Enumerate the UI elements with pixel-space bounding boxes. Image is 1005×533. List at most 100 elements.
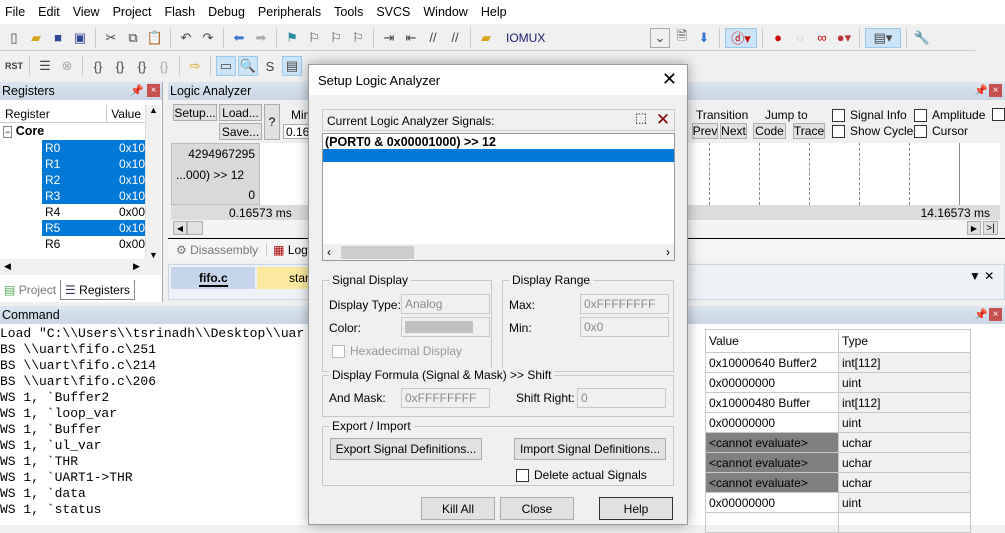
back-icon[interactable]: ⬅	[229, 28, 249, 48]
register-row[interactable]: R1 0x10	[42, 156, 145, 172]
tab-list-icon[interactable]: ▼ ✕	[969, 269, 994, 283]
cursor-checkbox[interactable]: Cursor	[914, 124, 968, 139]
save-all-icon[interactable]: ▣	[70, 28, 90, 48]
horizontal-scrollbar[interactable]: ◀ ▶	[0, 259, 161, 275]
close-icon[interactable]: ×	[989, 308, 1002, 321]
delete-signals-checkbox[interactable]: Delete actual Signals	[516, 468, 647, 483]
new-signal-icon[interactable]: ⬚	[631, 110, 651, 130]
reset-icon[interactable]: RST	[4, 56, 24, 76]
col-value[interactable]: Value	[107, 105, 145, 122]
amplitude-checkbox[interactable]: Amplitude	[914, 108, 985, 123]
menu-svcs[interactable]: SVCS	[371, 5, 418, 19]
help-button[interactable]: ?	[264, 104, 280, 140]
register-row[interactable]: R5 0x10	[42, 220, 145, 236]
watch-row[interactable]: 0x00000000 uint	[705, 492, 971, 513]
registers-window-icon[interactable]: ▤	[282, 56, 302, 76]
combo-dropdown-icon[interactable]: ⌄	[650, 27, 670, 48]
vertical-scrollbar[interactable]: ▲ ▼	[145, 105, 161, 260]
tab-project[interactable]: ▤ Project	[0, 280, 60, 300]
window-layout-icon[interactable]: ▤▾	[865, 27, 901, 48]
watch-value[interactable]: 0x10000480 Buffer	[705, 392, 839, 413]
menu-debug[interactable]: Debug	[203, 5, 253, 19]
clear-bookmarks-icon[interactable]: ⚐	[348, 28, 368, 48]
next-button[interactable]: Next	[720, 123, 747, 139]
signal-item-new[interactable]	[323, 149, 674, 162]
shift-right-field[interactable]: 0	[577, 388, 666, 408]
stop-icon[interactable]: ⊗	[57, 56, 77, 76]
kill-all-button[interactable]: Kill All	[421, 497, 495, 520]
show-cycles-checkbox[interactable]: Show Cycles	[832, 124, 919, 139]
incremental-find-icon[interactable]: ⬇	[694, 28, 714, 48]
show-next-statement-icon[interactable]: ⇨	[185, 56, 205, 76]
menu-edit[interactable]: Edit	[33, 5, 68, 19]
watch-value[interactable]: 0x00000000	[705, 372, 839, 393]
cut-icon[interactable]: ✂	[101, 28, 121, 48]
step-out-icon[interactable]: {}	[132, 56, 152, 76]
watch-value[interactable]: 0x00000000	[705, 492, 839, 513]
run-icon[interactable]: ☰	[35, 56, 55, 76]
menu-flash[interactable]: Flash	[159, 5, 203, 19]
watch-row[interactable]: <cannot evaluate> uchar	[705, 432, 971, 453]
jump-end-button[interactable]: >|	[983, 221, 998, 235]
breakpoint-icon[interactable]: ●	[768, 28, 788, 48]
signals-list[interactable]: (PORT0 & 0x00001000) >> 12 ‹ ›	[322, 133, 675, 261]
save-icon[interactable]: ■	[48, 28, 68, 48]
pin-icon[interactable]: 📌	[130, 84, 144, 97]
menu-window[interactable]: Window	[418, 5, 475, 19]
menu-view[interactable]: View	[68, 5, 108, 19]
tab-disassembly[interactable]: ⚙ Disassembly	[168, 243, 266, 257]
step-into-icon[interactable]: {}	[88, 56, 108, 76]
register-row[interactable]: R2 0x10	[42, 172, 145, 188]
configure-icon[interactable]: 🔧	[912, 28, 932, 48]
menu-project[interactable]: Project	[108, 5, 160, 19]
forward-icon[interactable]: ➡	[251, 28, 271, 48]
watch-value[interactable]: <cannot evaluate>	[705, 452, 839, 473]
paste-icon[interactable]: 📋	[145, 28, 165, 48]
disable-breakpoint-icon[interactable]: ○	[790, 28, 810, 48]
symbols-window-icon[interactable]: S	[260, 56, 280, 76]
unindent-icon[interactable]: ⇤	[401, 28, 421, 48]
new-file-icon[interactable]: ▯	[4, 28, 24, 48]
open-icon[interactable]: ▰	[26, 28, 46, 48]
setup-button[interactable]: Setup...	[173, 104, 217, 121]
watch-row[interactable]: <cannot evaluate> uchar	[705, 452, 971, 473]
pin-icon[interactable]: 📌	[974, 308, 988, 321]
menu-file[interactable]: File	[0, 5, 33, 19]
close-icon[interactable]: ×	[989, 84, 1002, 97]
target-combo[interactable]: IOMUX	[498, 31, 648, 45]
comment-icon[interactable]: //	[423, 28, 443, 48]
menu-peripherals[interactable]: Peripherals	[253, 5, 329, 19]
watch-value[interactable]: 0x00000000	[705, 412, 839, 433]
copy-icon[interactable]: ⧉	[123, 28, 143, 48]
export-signals-button[interactable]: Export Signal Definitions...	[330, 438, 482, 460]
tree-group-core[interactable]: − Core	[3, 124, 44, 138]
close-button[interactable]: Close	[500, 497, 574, 520]
signal-name[interactable]: ...000) >> 12	[176, 168, 244, 182]
color-select[interactable]	[401, 317, 490, 337]
help-button[interactable]: Help	[599, 497, 673, 520]
tab-registers[interactable]: ☰ Registers	[60, 280, 135, 300]
watch-value[interactable]: 0x10000640 Buffer2	[705, 352, 839, 373]
find-in-files-icon[interactable]: ▰	[476, 28, 496, 48]
register-row[interactable]: R6 0x00	[42, 236, 145, 252]
watch-value[interactable]: <cannot evaluate>	[705, 472, 839, 493]
watch-row[interactable]: 0x10000640 Buffer2 int[112]	[705, 352, 971, 373]
load-button[interactable]: Load...	[219, 104, 262, 121]
watch-row[interactable]: <cannot evaluate> uchar	[705, 472, 971, 493]
delete-signal-icon[interactable]: ✕	[652, 110, 674, 130]
trace-button[interactable]: Trace	[793, 123, 825, 139]
col-value[interactable]: Value	[705, 329, 839, 353]
undo-icon[interactable]: ↶	[176, 28, 196, 48]
register-row[interactable]: R3 0x10	[42, 188, 145, 204]
import-signals-button[interactable]: Import Signal Definitions...	[514, 438, 666, 460]
display-type-select[interactable]: Analog	[401, 294, 490, 314]
watch-value[interactable]: <cannot evaluate>	[705, 432, 839, 453]
signals-scrollbar[interactable]: ‹ ›	[323, 244, 674, 260]
signal-info-checkbox[interactable]: Signal Info	[832, 108, 907, 123]
redo-icon[interactable]: ↷	[198, 28, 218, 48]
bookmark-icon[interactable]: ⚑	[282, 28, 302, 48]
next-bookmark-icon[interactable]: ⚐	[326, 28, 346, 48]
disassembly-window-icon[interactable]: 🔍	[238, 56, 258, 76]
pin-icon[interactable]: 📌	[974, 84, 988, 97]
find-icon[interactable]: 🗎	[672, 28, 692, 48]
